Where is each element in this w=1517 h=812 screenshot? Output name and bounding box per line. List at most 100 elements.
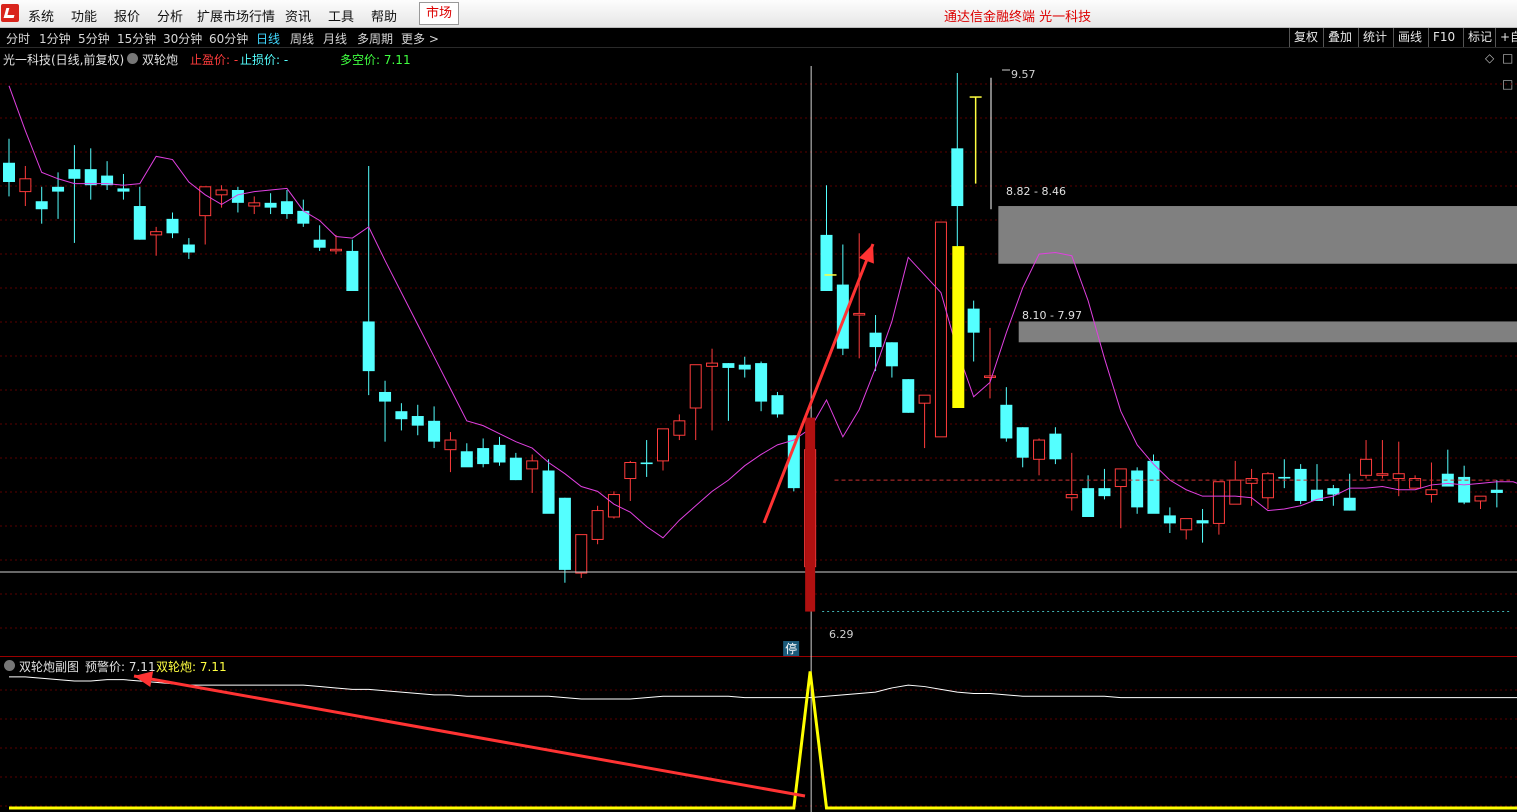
candle-down (1163, 515, 1176, 524)
candle-up (1360, 458, 1373, 476)
candle-up (1114, 468, 1127, 488)
candle-up (1245, 478, 1258, 484)
grid-main (0, 83, 1517, 629)
candle-down (951, 148, 964, 207)
candle-up (934, 221, 947, 438)
candle-down (395, 411, 408, 420)
candle-down (640, 462, 653, 465)
candle-up (1033, 439, 1046, 460)
candle-down (755, 363, 768, 402)
candle-down (1490, 489, 1503, 493)
ma-line (8, 85, 1517, 539)
candle-down (869, 332, 882, 348)
candle-down (1016, 427, 1029, 458)
up-arrow (762, 243, 875, 524)
candle-down (722, 363, 735, 368)
menu-help[interactable]: 帮助 (371, 6, 397, 25)
period-intraday[interactable]: 分时 (6, 30, 30, 47)
period-monthly[interactable]: 月线 (323, 30, 347, 47)
candle-down (3, 162, 15, 182)
menu-info[interactable]: 资讯 (285, 6, 311, 25)
menu-tools[interactable]: 工具 (328, 6, 354, 25)
menu-quote[interactable]: 报价 (114, 6, 140, 25)
candle-down (231, 190, 244, 203)
period-5min[interactable]: 5分钟 (78, 30, 110, 47)
candle-down (313, 239, 326, 248)
candle-down (1294, 468, 1307, 501)
limit-marker: 停 (785, 641, 797, 656)
candle-down (509, 457, 522, 481)
period-daily[interactable]: 日线 (256, 30, 280, 47)
period-60min[interactable]: 60分钟 (209, 30, 248, 47)
candle-up (1180, 518, 1193, 531)
candle-down (558, 497, 571, 570)
candle-up (918, 394, 931, 404)
candle-down (411, 416, 424, 426)
candle-down (84, 169, 97, 186)
candle-up (984, 375, 996, 378)
zone-lower-label: 8.10 - 7.97 (1022, 309, 1082, 322)
app-logo-icon[interactable] (1, 4, 19, 22)
limit-bar (805, 417, 816, 612)
candle-down (1098, 488, 1111, 497)
market-tab[interactable]: 市场 (419, 2, 459, 25)
candle-down (885, 342, 898, 367)
candle-down (117, 188, 130, 192)
candle-down (771, 395, 784, 415)
price-zone-1 (998, 206, 1517, 264)
candle-up (444, 439, 457, 451)
menu-analysis[interactable]: 分析 (157, 6, 183, 25)
candle-up (330, 248, 342, 252)
candle-down (902, 379, 915, 413)
candle-down (1458, 476, 1471, 503)
candle-up (526, 460, 539, 470)
candle-up (199, 186, 212, 217)
candle-down (1131, 470, 1144, 508)
candle-down (264, 202, 277, 208)
candle-up (19, 178, 32, 193)
candle-down (1196, 520, 1209, 524)
candle-down (493, 444, 506, 463)
signal-bar (952, 246, 965, 408)
candle-down (1278, 476, 1291, 479)
candle-up (624, 461, 637, 480)
candle-down (1049, 433, 1062, 460)
markers (0, 66, 1517, 812)
menu-system[interactable]: 系统 (28, 6, 54, 25)
period-15min[interactable]: 15分钟 (117, 30, 156, 47)
menu-function[interactable]: 功能 (71, 6, 97, 25)
candle-up (150, 231, 163, 236)
menu-extended-market[interactable]: 扩展市场行情 (197, 6, 275, 25)
candle-up (248, 202, 261, 207)
tool-drawing[interactable]: 画线 (1393, 28, 1426, 47)
tool-mark[interactable]: 标记 (1463, 28, 1496, 47)
candle-up (657, 428, 669, 462)
candle-up (215, 189, 228, 196)
app-title: 通达信金融终端 光一科技 (944, 10, 1092, 25)
period-multi[interactable]: 多周期 (357, 30, 393, 47)
candle-up (1212, 481, 1225, 524)
price-zone-2 (1018, 321, 1517, 343)
tool-statistics[interactable]: 统计 (1358, 28, 1391, 47)
high-price-label: 9.57 (1011, 68, 1036, 81)
candle-up (689, 364, 702, 409)
candle-down (379, 391, 392, 402)
period-weekly[interactable]: 周线 (290, 30, 314, 47)
tool-f10[interactable]: F10 (1428, 28, 1459, 47)
period-30min[interactable]: 30分钟 (163, 30, 202, 47)
tool-restore-rights[interactable]: 复权 (1289, 28, 1322, 47)
candle-up (1376, 473, 1389, 476)
zone-upper-label: 8.82 - 8.46 (1006, 185, 1066, 198)
kline-chart[interactable]: 9.57 8.82 - 8.46 8.10 - 7.97 6.29 停 (0, 48, 1517, 812)
tool-custom[interactable]: +自 (1495, 28, 1517, 47)
candle-up (1261, 473, 1274, 499)
period-1min[interactable]: 1分钟 (39, 30, 71, 47)
ma-polyline (8, 85, 1517, 539)
candle-up (591, 510, 604, 540)
candle-down (35, 201, 48, 210)
tool-overlay[interactable]: 叠加 (1323, 28, 1356, 47)
candle-down (820, 234, 833, 291)
period-more[interactable]: 更多 > (401, 30, 439, 47)
candle-up (853, 312, 866, 316)
candle-up (673, 420, 686, 436)
